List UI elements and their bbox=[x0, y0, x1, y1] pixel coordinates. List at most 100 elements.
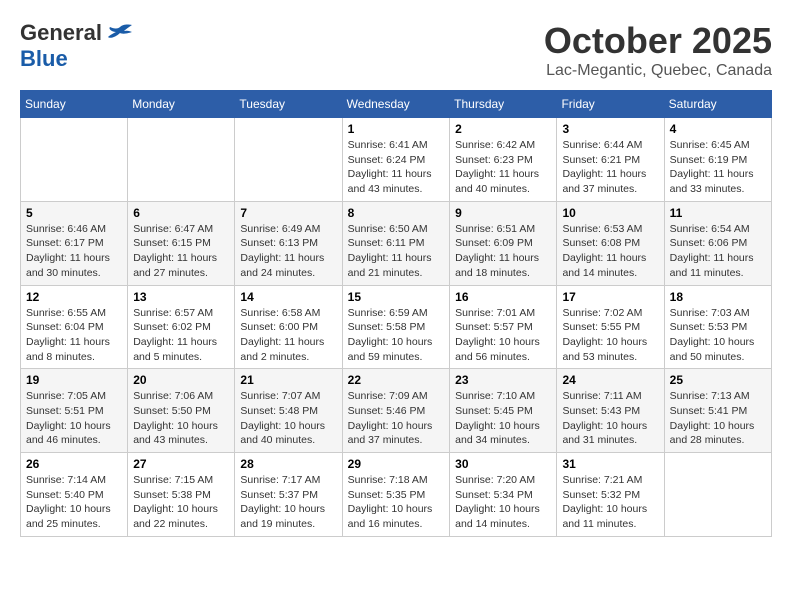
calendar-cell: 27 Sunrise: 7:15 AMSunset: 5:38 PMDayligh… bbox=[128, 453, 235, 537]
weekday-header-monday: Monday bbox=[128, 91, 235, 118]
day-number: 11 bbox=[670, 206, 766, 220]
calendar-cell: 31 Sunrise: 7:21 AMSunset: 5:32 PMDayligh… bbox=[557, 453, 664, 537]
day-number: 27 bbox=[133, 457, 229, 471]
day-info: Sunrise: 7:13 AMSunset: 5:41 PMDaylight:… bbox=[670, 389, 766, 448]
day-info: Sunrise: 7:15 AMSunset: 5:38 PMDaylight:… bbox=[133, 473, 229, 532]
day-info: Sunrise: 6:42 AMSunset: 6:23 PMDaylight:… bbox=[455, 138, 551, 197]
day-info: Sunrise: 7:18 AMSunset: 5:35 PMDaylight:… bbox=[348, 473, 444, 532]
month-title: October 2025 bbox=[544, 20, 772, 62]
day-number: 22 bbox=[348, 373, 444, 387]
day-info: Sunrise: 7:07 AMSunset: 5:48 PMDaylight:… bbox=[240, 389, 336, 448]
calendar-cell: 15Sunrise: 6:59 AMSunset: 5:58 PMDayligh… bbox=[342, 285, 449, 369]
day-number: 13 bbox=[133, 290, 229, 304]
calendar-cell: 23 Sunrise: 7:10 AMSunset: 5:45 PMDayligh… bbox=[450, 369, 557, 453]
day-number: 23 bbox=[455, 373, 551, 387]
day-number: 25 bbox=[670, 373, 766, 387]
day-number: 30 bbox=[455, 457, 551, 471]
calendar-cell: 28 Sunrise: 7:17 AMSunset: 5:37 PMDayligh… bbox=[235, 453, 342, 537]
week-row-2: 5 Sunrise: 6:46 AMSunset: 6:17 PMDaylight… bbox=[21, 201, 772, 285]
calendar-cell: 4 Sunrise: 6:45 AMSunset: 6:19 PMDaylight… bbox=[664, 118, 771, 202]
calendar-table: SundayMondayTuesdayWednesdayThursdayFrid… bbox=[20, 90, 772, 537]
calendar-cell: 9Sunrise: 6:51 AMSunset: 6:09 PMDaylight… bbox=[450, 201, 557, 285]
calendar-cell: 6Sunrise: 6:47 AMSunset: 6:15 PMDaylight… bbox=[128, 201, 235, 285]
calendar-cell: 22 Sunrise: 7:09 AMSunset: 5:46 PMDayligh… bbox=[342, 369, 449, 453]
day-number: 18 bbox=[670, 290, 766, 304]
day-info: Sunrise: 7:06 AMSunset: 5:50 PMDaylight:… bbox=[133, 389, 229, 448]
weekday-header-thursday: Thursday bbox=[450, 91, 557, 118]
calendar-cell: 20Sunrise: 7:06 AMSunset: 5:50 PMDayligh… bbox=[128, 369, 235, 453]
day-info: Sunrise: 7:20 AMSunset: 5:34 PMDaylight:… bbox=[455, 473, 551, 532]
day-number: 15 bbox=[348, 290, 444, 304]
day-number: 19 bbox=[26, 373, 122, 387]
calendar-cell: 12 Sunrise: 6:55 AMSunset: 6:04 PMDayligh… bbox=[21, 285, 128, 369]
day-number: 3 bbox=[562, 122, 658, 136]
weekday-header-sunday: Sunday bbox=[21, 91, 128, 118]
week-row-3: 12 Sunrise: 6:55 AMSunset: 6:04 PMDayligh… bbox=[21, 285, 772, 369]
day-number: 10 bbox=[562, 206, 658, 220]
day-number: 31 bbox=[562, 457, 658, 471]
page-header: General Blue October 2025 Lac-Megantic, … bbox=[20, 20, 772, 80]
calendar-cell: 11 Sunrise: 6:54 AMSunset: 6:06 PMDayligh… bbox=[664, 201, 771, 285]
weekday-header-saturday: Saturday bbox=[664, 91, 771, 118]
calendar-cell bbox=[128, 118, 235, 202]
weekday-header-row: SundayMondayTuesdayWednesdayThursdayFrid… bbox=[21, 91, 772, 118]
logo-general: General bbox=[20, 20, 102, 46]
day-number: 29 bbox=[348, 457, 444, 471]
day-number: 12 bbox=[26, 290, 122, 304]
day-info: Sunrise: 6:57 AMSunset: 6:02 PMDaylight:… bbox=[133, 306, 229, 365]
day-number: 16 bbox=[455, 290, 551, 304]
weekday-header-tuesday: Tuesday bbox=[235, 91, 342, 118]
calendar-cell: 26 Sunrise: 7:14 AMSunset: 5:40 PMDayligh… bbox=[21, 453, 128, 537]
calendar-cell bbox=[664, 453, 771, 537]
calendar-cell: 8 Sunrise: 6:50 AMSunset: 6:11 PMDaylight… bbox=[342, 201, 449, 285]
day-info: Sunrise: 6:45 AMSunset: 6:19 PMDaylight:… bbox=[670, 138, 766, 197]
calendar-cell: 7Sunrise: 6:49 AMSunset: 6:13 PMDaylight… bbox=[235, 201, 342, 285]
calendar-cell: 13 Sunrise: 6:57 AMSunset: 6:02 PMDayligh… bbox=[128, 285, 235, 369]
calendar-cell: 3 Sunrise: 6:44 AMSunset: 6:21 PMDaylight… bbox=[557, 118, 664, 202]
calendar-cell: 17Sunrise: 7:02 AMSunset: 5:55 PMDayligh… bbox=[557, 285, 664, 369]
day-info: Sunrise: 7:10 AMSunset: 5:45 PMDaylight:… bbox=[455, 389, 551, 448]
calendar-cell: 21Sunrise: 7:07 AMSunset: 5:48 PMDayligh… bbox=[235, 369, 342, 453]
day-number: 5 bbox=[26, 206, 122, 220]
day-info: Sunrise: 7:17 AMSunset: 5:37 PMDaylight:… bbox=[240, 473, 336, 532]
day-number: 17 bbox=[562, 290, 658, 304]
day-number: 1 bbox=[348, 122, 444, 136]
logo: General Blue bbox=[20, 20, 134, 72]
day-info: Sunrise: 6:55 AMSunset: 6:04 PMDaylight:… bbox=[26, 306, 122, 365]
day-info: Sunrise: 7:14 AMSunset: 5:40 PMDaylight:… bbox=[26, 473, 122, 532]
calendar-cell: 1 Sunrise: 6:41 AMSunset: 6:24 PMDaylight… bbox=[342, 118, 449, 202]
calendar-cell: 19 Sunrise: 7:05 AMSunset: 5:51 PMDayligh… bbox=[21, 369, 128, 453]
weekday-header-friday: Friday bbox=[557, 91, 664, 118]
day-info: Sunrise: 7:05 AMSunset: 5:51 PMDaylight:… bbox=[26, 389, 122, 448]
day-info: Sunrise: 7:09 AMSunset: 5:46 PMDaylight:… bbox=[348, 389, 444, 448]
calendar-cell: 2 Sunrise: 6:42 AMSunset: 6:23 PMDaylight… bbox=[450, 118, 557, 202]
weekday-header-wednesday: Wednesday bbox=[342, 91, 449, 118]
week-row-5: 26 Sunrise: 7:14 AMSunset: 5:40 PMDayligh… bbox=[21, 453, 772, 537]
day-info: Sunrise: 6:44 AMSunset: 6:21 PMDaylight:… bbox=[562, 138, 658, 197]
calendar-cell: 18 Sunrise: 7:03 AMSunset: 5:53 PMDayligh… bbox=[664, 285, 771, 369]
day-info: Sunrise: 6:46 AMSunset: 6:17 PMDaylight:… bbox=[26, 222, 122, 281]
week-row-1: 1 Sunrise: 6:41 AMSunset: 6:24 PMDaylight… bbox=[21, 118, 772, 202]
logo-blue: Blue bbox=[20, 46, 68, 72]
day-info: Sunrise: 6:41 AMSunset: 6:24 PMDaylight:… bbox=[348, 138, 444, 197]
calendar-cell: 16Sunrise: 7:01 AMSunset: 5:57 PMDayligh… bbox=[450, 285, 557, 369]
day-info: Sunrise: 7:21 AMSunset: 5:32 PMDaylight:… bbox=[562, 473, 658, 532]
day-info: Sunrise: 6:49 AMSunset: 6:13 PMDaylight:… bbox=[240, 222, 336, 281]
calendar-cell: 5 Sunrise: 6:46 AMSunset: 6:17 PMDaylight… bbox=[21, 201, 128, 285]
week-row-4: 19 Sunrise: 7:05 AMSunset: 5:51 PMDayligh… bbox=[21, 369, 772, 453]
day-number: 8 bbox=[348, 206, 444, 220]
day-number: 28 bbox=[240, 457, 336, 471]
day-number: 2 bbox=[455, 122, 551, 136]
calendar-cell: 30 Sunrise: 7:20 AMSunset: 5:34 PMDayligh… bbox=[450, 453, 557, 537]
calendar-cell bbox=[235, 118, 342, 202]
day-number: 24 bbox=[562, 373, 658, 387]
calendar-cell: 10Sunrise: 6:53 AMSunset: 6:08 PMDayligh… bbox=[557, 201, 664, 285]
day-info: Sunrise: 6:47 AMSunset: 6:15 PMDaylight:… bbox=[133, 222, 229, 281]
logo-bird-icon bbox=[104, 20, 134, 46]
day-info: Sunrise: 6:51 AMSunset: 6:09 PMDaylight:… bbox=[455, 222, 551, 281]
day-info: Sunrise: 7:03 AMSunset: 5:53 PMDaylight:… bbox=[670, 306, 766, 365]
day-info: Sunrise: 6:54 AMSunset: 6:06 PMDaylight:… bbox=[670, 222, 766, 281]
day-number: 4 bbox=[670, 122, 766, 136]
day-number: 26 bbox=[26, 457, 122, 471]
day-info: Sunrise: 6:50 AMSunset: 6:11 PMDaylight:… bbox=[348, 222, 444, 281]
